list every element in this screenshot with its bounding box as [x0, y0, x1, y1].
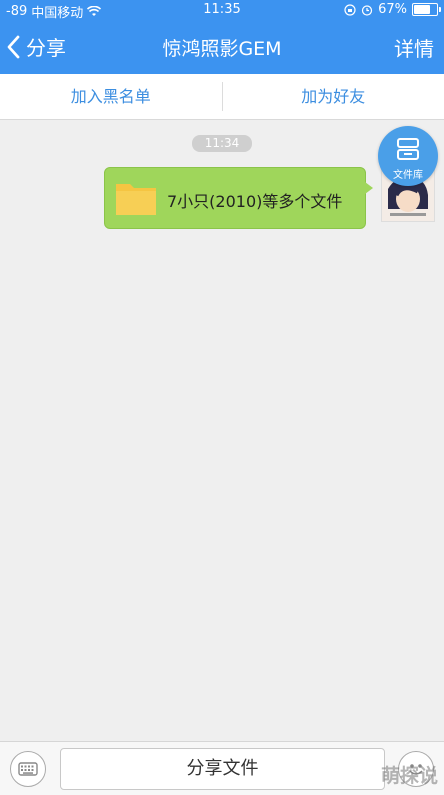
bottom-bar: 分享文件 — [0, 741, 444, 795]
status-bar: -89 中国移动 11:35 67% — [0, 0, 444, 20]
alarm-icon — [361, 4, 373, 16]
file-message-bubble[interactable]: 7小只(2010)等多个文件 — [104, 167, 366, 229]
status-right: 67% — [344, 2, 438, 17]
rotation-lock-icon — [344, 4, 356, 16]
detail-button[interactable]: 详情 — [394, 33, 434, 62]
share-file-button[interactable]: 分享文件 — [60, 748, 385, 790]
add-friend-button[interactable]: 加为好友 — [223, 74, 444, 119]
keyboard-button[interactable] — [10, 751, 46, 787]
page-title: 惊鸿照影GEM — [0, 34, 444, 61]
battery-fill — [414, 5, 430, 14]
file-library-icon — [395, 136, 421, 162]
battery-icon — [412, 3, 438, 16]
folder-icon — [115, 180, 157, 216]
action-bar: 加入黑名单 加为好友 — [0, 74, 444, 120]
watermark-text: 萌探说 — [381, 761, 438, 788]
keyboard-icon — [11, 752, 45, 786]
blacklist-button[interactable]: 加入黑名单 — [0, 74, 222, 119]
message-timestamp: 11:34 — [192, 135, 252, 152]
file-library-label: 文件库 — [378, 166, 438, 181]
battery-percent: 67% — [378, 2, 407, 17]
message-text: 7小只(2010)等多个文件 — [167, 188, 342, 212]
file-library-button[interactable]: 文件库 — [378, 126, 438, 186]
nav-bar: 分享 惊鸿照影GEM 详情 — [0, 20, 444, 74]
